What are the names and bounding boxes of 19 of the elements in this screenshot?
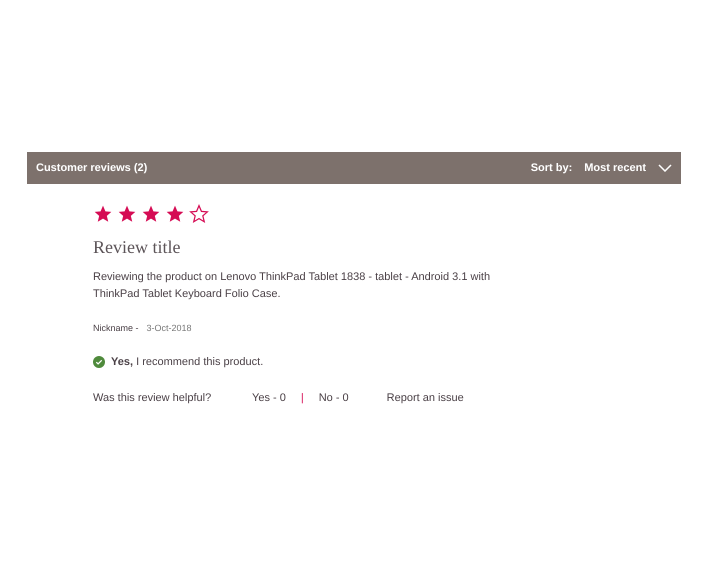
- separator: |: [300, 391, 304, 406]
- star-outline-icon: [189, 204, 209, 224]
- star-filled-icon: [165, 204, 185, 224]
- sort-dropdown[interactable]: Sort by: Most recent: [530, 160, 672, 176]
- reviewer-nickname: Nickname -: [93, 322, 139, 335]
- section-title: Customer reviews (2): [36, 160, 148, 176]
- recommendation-text: Yes, I recommend this product.: [111, 354, 264, 370]
- review-date: 3-Oct-2018: [146, 322, 192, 335]
- helpful-question: Was this review helpful?: [93, 391, 212, 406]
- report-issue-link[interactable]: Report an issue: [386, 390, 464, 406]
- checkmark-circle-icon: [93, 356, 105, 368]
- review-body: Reviewing the product on Lenovo ThinkPad Tablet 1838 - tablet - Android 3.1 with ThinkPad Tablet Keyboard Folio Case.: [93, 270, 492, 302]
- chevron-down-icon: [658, 164, 672, 172]
- star-filled-icon: [93, 204, 113, 224]
- star-filled-icon: [117, 204, 137, 224]
- helpful-no-link[interactable]: No - 0: [318, 390, 349, 406]
- helpful-yes-link[interactable]: Yes - 0: [252, 390, 286, 406]
- star-filled-icon: [141, 204, 161, 224]
- review-title: Review title: [93, 236, 182, 259]
